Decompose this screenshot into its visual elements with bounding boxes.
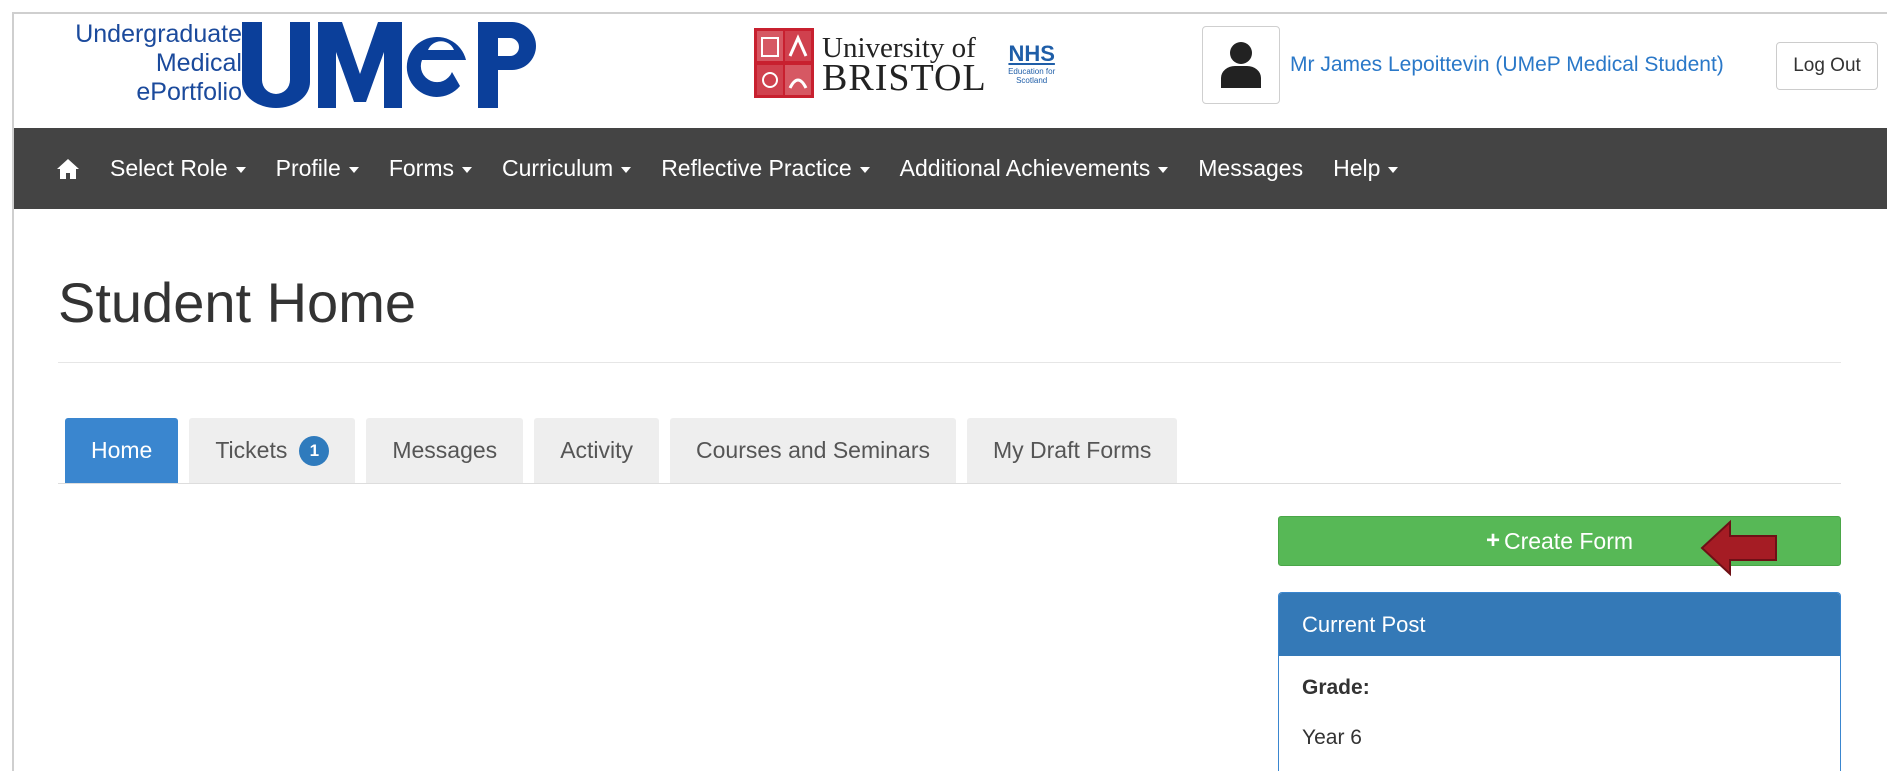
tab-label: Messages [392,437,498,463]
nav-messages[interactable]: Messages [1198,155,1303,182]
nav-help[interactable]: Help [1333,155,1399,182]
current-post-panel: Current Post Grade: Year 6 [1278,592,1841,771]
user-name-link[interactable]: Mr James Lepoittevin (UMeP Medical Stude… [1290,53,1724,77]
nav-additional-achievements[interactable]: Additional Achievements [900,155,1169,182]
avatar[interactable] [1202,26,1280,104]
tab-label: Home [91,437,153,463]
grade-value: Year 6 [1302,726,1362,749]
umep-logo-text: Undergraduate Medical ePortfolio [42,20,242,107]
page-title: Student Home [58,271,416,334]
umep-logo-icon [242,22,536,108]
caret-down-icon [1158,166,1169,173]
nhs-label: NHS [1008,41,1055,66]
nav-forms[interactable]: Forms [389,155,472,182]
user-icon [1221,42,1261,88]
tab-label: My Draft Forms [992,437,1152,463]
home-icon [57,158,79,179]
nav-label: Select Role [110,155,228,181]
user-area: Mr James Lepoittevin (UMeP Medical Stude… [1202,26,1724,104]
nav-home[interactable] [56,158,80,180]
nav-select-role[interactable]: Select Role [110,155,246,182]
logo-text-line: ePortfolio [136,78,242,106]
logo-text-line: Undergraduate [75,20,242,48]
caret-down-icon [462,166,472,173]
divider [58,362,1841,363]
tab-label: Activity [560,437,634,463]
nav-label: Messages [1198,155,1304,181]
university-name: University of BRISTOL [822,33,987,99]
nav-label: Curriculum [502,155,614,181]
tab-messages[interactable]: Messages [366,418,524,483]
nav-label: Help [1333,155,1381,181]
caret-down-icon [621,166,632,173]
logo-text-line: Medical [155,49,242,77]
tab-courses-and-seminars[interactable]: Courses and Seminars [670,418,956,483]
tab-label: Courses and Seminars [696,437,930,463]
logout-button[interactable]: Log Out [1776,42,1878,90]
caret-down-icon [1388,166,1399,173]
grade-label: Grade: [1302,676,1370,699]
nhs-subtitle: Education for Scotland [1008,67,1056,85]
main-navbar: Select Role Profile Forms Curriculum Ref… [14,128,1887,209]
nav-label: Forms [388,155,454,181]
site-header: Undergraduate Medical ePortfolio Univers… [14,14,1887,128]
annotation-arrow-icon [1700,519,1777,577]
tab-label: Tickets [215,437,288,463]
university-logo: University of BRISTOL NHS Education for … [754,28,1063,98]
plus-icon: + [1485,527,1500,554]
nav-profile[interactable]: Profile [276,155,359,182]
nav-label: Profile [275,155,341,181]
umep-logo-mark [242,22,542,108]
tab-my-draft-forms[interactable]: My Draft Forms [966,418,1178,483]
tab-bar: Home Tickets 1 Messages Activity Courses … [58,418,1841,484]
nav-label: Reflective Practice [661,155,852,181]
university-line2: BRISTOL [822,57,987,99]
caret-down-icon [859,166,870,173]
nhs-logo: NHS Education for Scotland [1001,41,1063,85]
tickets-count-badge: 1 [299,435,330,466]
nav-curriculum[interactable]: Curriculum [502,155,632,182]
create-form-label: Create Form [1503,527,1634,554]
tab-activity[interactable]: Activity [534,418,660,483]
panel-body: Grade: Year 6 [1279,656,1840,770]
tab-tickets[interactable]: Tickets 1 [189,418,356,483]
nav-reflective-practice[interactable]: Reflective Practice [661,155,870,182]
bristol-crest-icon [754,28,814,98]
panel-heading: Current Post [1279,593,1840,656]
caret-down-icon [235,166,246,173]
nav-label: Additional Achievements [899,155,1151,181]
tab-home[interactable]: Home [65,418,179,483]
caret-down-icon [348,166,359,173]
